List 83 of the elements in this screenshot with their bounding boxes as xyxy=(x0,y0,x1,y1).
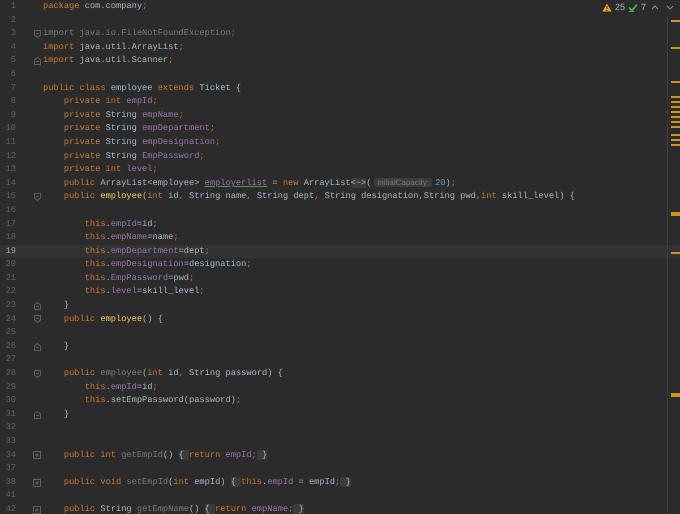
line-number: 3 xyxy=(10,27,16,40)
line-number: 30 xyxy=(4,394,16,408)
code-line: public employee(int id, String name, String dept, String designation,String pwd,int skill_level) { xyxy=(62,190,575,204)
fold-marker-icon[interactable] xyxy=(34,342,41,351)
line-number: 6 xyxy=(10,68,16,81)
warning-icon xyxy=(602,3,612,12)
line-number: 24 xyxy=(4,312,16,326)
line-number: 27 xyxy=(4,353,16,366)
code-line: public employee(int id, String password) { xyxy=(62,367,283,380)
line-number: 12 xyxy=(4,150,16,163)
warning-count: 25 xyxy=(614,1,625,14)
code-line: this.setEmpPassword(password); xyxy=(84,394,242,408)
code-line: private String empName; xyxy=(62,108,184,122)
code-line: import java.io.FileNotFoundException; xyxy=(43,27,236,40)
code-line: private String empDepartment; xyxy=(62,122,216,136)
line-number: 16 xyxy=(4,204,16,217)
code-line: } xyxy=(62,408,70,421)
line-number: 26 xyxy=(4,340,16,353)
line-number: 14 xyxy=(4,176,16,190)
line-number: 25 xyxy=(4,326,16,340)
line-number: 5 xyxy=(10,54,16,68)
line-number: 15 xyxy=(4,190,16,204)
line-number: 38 xyxy=(4,476,16,489)
chevron-down-icon[interactable] xyxy=(664,3,676,12)
fold-marker-icon[interactable] xyxy=(34,410,41,419)
line-number: 33 xyxy=(4,435,16,448)
check-count: 7 xyxy=(640,1,646,14)
expand-icon[interactable] xyxy=(33,506,41,514)
expand-icon[interactable] xyxy=(33,478,41,487)
check-icon xyxy=(628,3,638,12)
line-number: 19 xyxy=(4,244,16,258)
line-number: 42 xyxy=(4,502,16,514)
fold-marker-icon[interactable] xyxy=(34,302,41,310)
line-number: 21 xyxy=(4,272,16,285)
code-line: package com.company; xyxy=(43,0,148,13)
code-line: public String getEmpName() { return empName; } xyxy=(62,502,304,514)
code-line: this.empName=name; xyxy=(84,231,179,244)
expand-icon[interactable] xyxy=(33,451,41,460)
line-number: 2 xyxy=(10,14,16,27)
code-line: this.EmpPassword=pwd; xyxy=(84,272,194,285)
line-number: 41 xyxy=(4,489,16,502)
line-number: 20 xyxy=(4,258,16,272)
code-line: public ArrayList<employee> employerlist = new ArrayList<~>( initialCapacity: 20); xyxy=(62,177,456,190)
code-line: import java.util.ArrayList; xyxy=(43,40,184,54)
code-line: } xyxy=(62,340,70,353)
fold-marker-icon[interactable] xyxy=(34,370,41,378)
code-line: public int getEmpId() { return empId; } xyxy=(62,448,268,462)
code-line: public void setEmpId(int empId) { this.empId = empId; } xyxy=(62,476,351,489)
line-number: 22 xyxy=(4,285,16,298)
line-number: 18 xyxy=(4,231,16,244)
line-number: 10 xyxy=(4,122,16,136)
line-number: 28 xyxy=(4,367,16,380)
code-line: public class employee extends Ticket { xyxy=(43,82,242,95)
line-number: 17 xyxy=(4,218,16,230)
line-number: 32 xyxy=(4,421,16,434)
fold-marker-icon[interactable] xyxy=(34,30,41,38)
line-number: 37 xyxy=(4,462,16,476)
line-number: 9 xyxy=(10,108,16,122)
fold-marker-icon[interactable] xyxy=(34,193,41,202)
line-number: 29 xyxy=(4,380,16,394)
code-line: this.empDepartment=dept; xyxy=(84,244,210,258)
line-number: 1 xyxy=(10,0,16,13)
fold-marker-icon[interactable] xyxy=(34,57,41,66)
code-line: private int empId; xyxy=(62,95,158,108)
code-line: public employee() { xyxy=(62,312,163,326)
line-number: 4 xyxy=(10,40,16,54)
line-number: 8 xyxy=(10,95,16,108)
code-line: private String EmpPassword; xyxy=(62,150,205,163)
line-number: 34 xyxy=(4,448,16,462)
line-number: 31 xyxy=(4,408,16,421)
code-line: import java.util.Scanner; xyxy=(43,54,174,68)
code-line: private int level; xyxy=(62,163,158,176)
code-line: this.empId=id; xyxy=(84,380,158,394)
line-number: 7 xyxy=(10,82,16,95)
code-line: this.level=skill_level; xyxy=(84,285,205,298)
line-number: 13 xyxy=(4,163,16,176)
line-number: 23 xyxy=(4,299,16,312)
code-line: } xyxy=(62,299,70,312)
code-line: private String empDesignation; xyxy=(62,136,220,149)
line-number: 11 xyxy=(4,136,16,149)
code-line: this.empId=id; xyxy=(84,218,158,230)
code-line: this.empDesignation=designation; xyxy=(84,258,252,272)
fold-marker-icon[interactable] xyxy=(34,315,41,324)
